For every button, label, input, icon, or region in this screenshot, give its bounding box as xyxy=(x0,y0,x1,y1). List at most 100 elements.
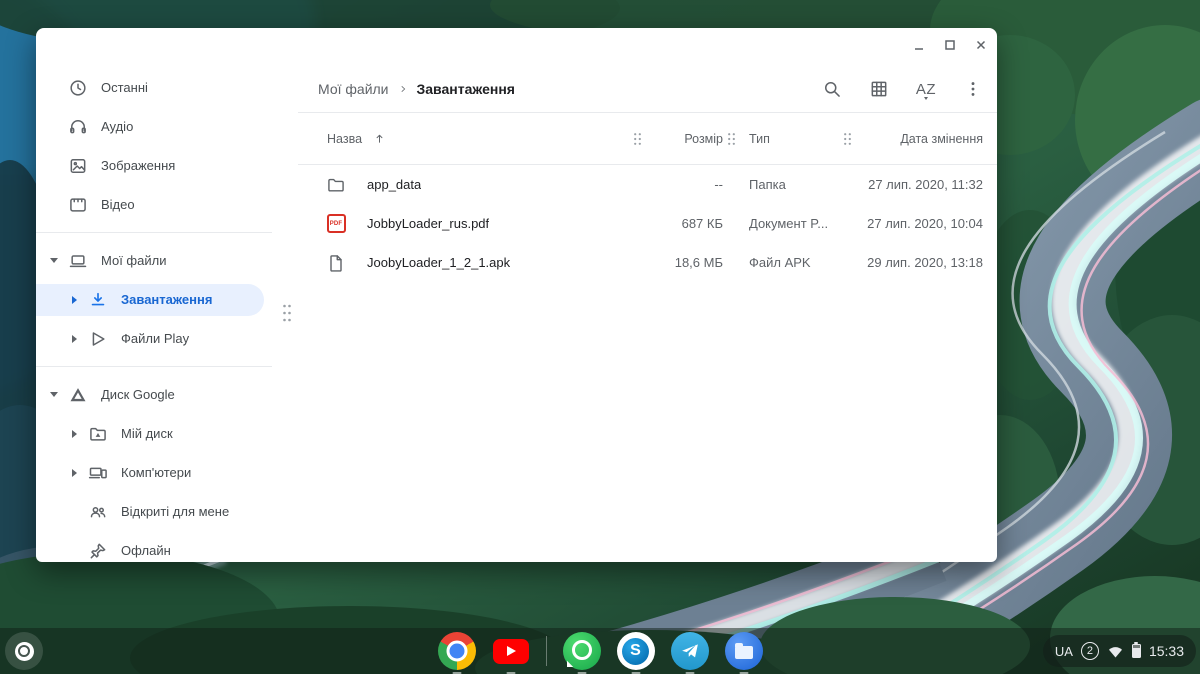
sidebar-item-label: Відкриті для мене xyxy=(121,504,229,519)
sidebar-item-google-drive[interactable]: Диск Google xyxy=(36,375,276,414)
image-icon xyxy=(68,156,88,176)
maximize-button[interactable] xyxy=(944,39,956,51)
shelf-apps: S xyxy=(0,632,1200,670)
file-size: 18,6 МБ xyxy=(645,255,723,270)
wifi-icon xyxy=(1107,643,1124,660)
caret-expanded-icon[interactable] xyxy=(44,258,64,263)
skype-icon: S xyxy=(622,638,649,665)
telegram-app-icon[interactable] xyxy=(671,632,709,670)
sidebar-item-label: Завантаження xyxy=(121,292,212,307)
whatsapp-app-icon[interactable] xyxy=(563,632,601,670)
chrome-app-icon[interactable] xyxy=(438,632,476,670)
column-resize-handle[interactable] xyxy=(629,132,645,146)
column-resize-handle[interactable] xyxy=(723,132,739,146)
shelf-separator xyxy=(546,636,547,666)
files-app-window: Останні Аудіо Зображення xyxy=(36,28,997,562)
youtube-app-icon[interactable] xyxy=(492,632,530,670)
table-row[interactable]: app_data -- Папка 27 лип. 2020, 11:32 xyxy=(298,165,997,204)
video-icon xyxy=(68,195,88,215)
column-resize-handle[interactable] xyxy=(839,132,855,146)
column-header-date[interactable]: Дата змінення xyxy=(855,132,997,146)
column-header-name[interactable]: Назва xyxy=(298,132,629,146)
desktop: Останні Аудіо Зображення xyxy=(0,0,1200,674)
grid-view-icon[interactable] xyxy=(867,77,891,101)
sidebar-item-my-files[interactable]: Мої файли xyxy=(36,241,276,280)
breadcrumb-current[interactable]: Завантаження xyxy=(417,81,515,97)
sidebar-divider xyxy=(36,366,272,367)
table-row[interactable]: PDF JobbyLoader_rus.pdf 687 КБ Документ … xyxy=(298,204,997,243)
more-menu-icon[interactable] xyxy=(961,77,985,101)
sidebar-item-label: Комп'ютери xyxy=(121,465,191,480)
caret-collapsed-icon[interactable] xyxy=(64,469,84,477)
people-icon xyxy=(88,502,108,522)
column-label: Назва xyxy=(327,132,362,146)
window-controls xyxy=(913,39,987,51)
folder-drive-icon xyxy=(88,424,108,444)
breadcrumb-parent[interactable]: Мої файли xyxy=(318,81,389,97)
sidebar-item-label: Зображення xyxy=(101,158,175,173)
shelf: S UA 2 15:33 xyxy=(0,628,1200,674)
file-list: Назва Розмір Тип xyxy=(298,113,997,282)
minimize-button[interactable] xyxy=(913,39,925,51)
telegram-icon xyxy=(679,640,701,662)
caret-collapsed-icon[interactable] xyxy=(64,335,84,343)
file-date: 27 лип. 2020, 11:32 xyxy=(855,177,997,192)
download-icon xyxy=(88,290,108,310)
sidebar-item-label: Аудіо xyxy=(101,119,133,134)
caret-collapsed-icon[interactable] xyxy=(64,296,84,304)
sidebar-item-video[interactable]: Відео xyxy=(36,185,276,224)
file-type: Файл APK xyxy=(739,255,839,270)
files-app-icon[interactable] xyxy=(725,632,763,670)
sidebar-item-images[interactable]: Зображення xyxy=(36,146,276,185)
clock-icon xyxy=(68,78,88,98)
sidebar-item-my-drive[interactable]: Мій диск xyxy=(36,414,276,453)
sidebar-item-recent[interactable]: Останні xyxy=(36,68,276,107)
sidebar-item-play-files[interactable]: Файли Play xyxy=(36,319,276,358)
notification-count-badge: 2 xyxy=(1081,642,1099,660)
sidebar-item-label: Офлайн xyxy=(121,543,171,558)
column-label: Дата змінення xyxy=(900,132,983,146)
sidebar-item-label: Файли Play xyxy=(121,331,189,346)
skype-app-icon[interactable]: S xyxy=(617,632,655,670)
sort-az-icon[interactable]: AZ xyxy=(914,77,938,101)
column-header-size[interactable]: Розмір xyxy=(645,132,723,146)
caret-expanded-icon[interactable] xyxy=(44,392,64,397)
search-icon[interactable] xyxy=(820,77,844,101)
sidebar: Останні Аудіо Зображення xyxy=(36,28,276,562)
drive-icon xyxy=(68,385,88,405)
file-list-header: Назва Розмір Тип xyxy=(298,113,997,165)
table-row[interactable]: JoobyLoader_1_2_1.apk 18,6 МБ Файл APK 2… xyxy=(298,243,997,282)
devices-icon xyxy=(88,463,108,483)
chevron-right-icon xyxy=(398,81,408,97)
battery-icon xyxy=(1132,644,1141,658)
sidebar-item-shared-with-me[interactable]: Відкриті для мене xyxy=(36,492,276,531)
column-header-type[interactable]: Тип xyxy=(739,132,839,146)
caret-collapsed-icon[interactable] xyxy=(64,430,84,438)
file-name-cell: PDF JobbyLoader_rus.pdf xyxy=(298,214,629,234)
toolbar-actions: AZ xyxy=(820,77,985,101)
file-name-cell: app_data xyxy=(298,175,629,195)
close-button[interactable] xyxy=(975,39,987,51)
sidebar-item-label: Диск Google xyxy=(101,387,175,402)
sidebar-item-offline[interactable]: Офлайн xyxy=(36,531,276,562)
file-type: Папка xyxy=(739,177,839,192)
sidebar-item-label: Відео xyxy=(101,197,135,212)
sidebar-item-label: Мої файли xyxy=(101,253,166,268)
generic-file-icon xyxy=(326,253,346,273)
sidebar-item-computers[interactable]: Комп'ютери xyxy=(36,453,276,492)
file-size: -- xyxy=(645,177,723,192)
column-label: Тип xyxy=(749,132,770,146)
clock: 15:33 xyxy=(1149,643,1184,659)
file-type: Документ P... xyxy=(739,216,839,231)
main-pane: Мої файли Завантаження AZ xyxy=(276,28,997,562)
sidebar-item-audio[interactable]: Аудіо xyxy=(36,107,276,146)
sidebar-item-label: Останні xyxy=(101,80,148,95)
sidebar-item-downloads[interactable]: Завантаження xyxy=(36,284,264,316)
system-tray[interactable]: UA 2 15:33 xyxy=(1043,635,1196,667)
folder-icon xyxy=(735,646,753,659)
file-size: 687 КБ xyxy=(645,216,723,231)
play-icon xyxy=(88,329,108,349)
sidebar-resize-handle[interactable] xyxy=(281,303,293,323)
file-name: app_data xyxy=(367,177,421,192)
pdf-file-icon: PDF xyxy=(326,214,346,234)
